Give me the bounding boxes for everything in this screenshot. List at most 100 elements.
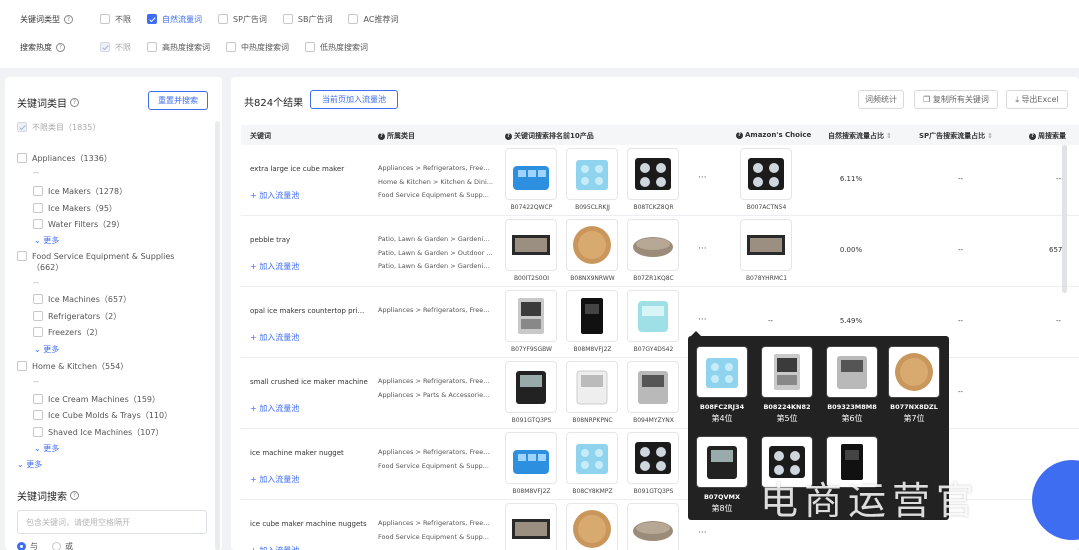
product-card[interactable]: B094MYZYNX bbox=[627, 361, 680, 424]
checkbox[interactable] bbox=[17, 361, 27, 371]
checkbox[interactable] bbox=[226, 42, 236, 52]
checkbox[interactable] bbox=[33, 186, 43, 196]
product-card[interactable]: B08NRPKPNC bbox=[566, 361, 619, 424]
product-image[interactable] bbox=[505, 503, 557, 550]
add-to-pool-link[interactable]: + 加入流量池 bbox=[250, 190, 299, 201]
more-link[interactable]: ⌄ 更多 bbox=[34, 344, 59, 355]
product-image[interactable] bbox=[740, 219, 792, 271]
help-icon[interactable]: ? bbox=[56, 42, 65, 52]
product-card[interactable]: B08TCKZ8QR bbox=[627, 148, 680, 211]
product-image[interactable] bbox=[627, 503, 679, 550]
radio-and[interactable]: 与 bbox=[17, 541, 38, 550]
product-asin[interactable]: B07QVMX bbox=[694, 493, 750, 501]
product-image[interactable] bbox=[566, 503, 618, 550]
product-asin[interactable]: B078YHRMC1 bbox=[740, 275, 793, 282]
radio-or[interactable]: 或 bbox=[52, 541, 73, 550]
col-sp-share[interactable]: SP广告搜索流量占比 ⇕ bbox=[919, 131, 993, 141]
help-icon[interactable]: ? bbox=[64, 14, 73, 24]
kwtype-option-any[interactable]: 不限 bbox=[100, 14, 131, 25]
checkbox[interactable] bbox=[33, 294, 43, 304]
product-image[interactable] bbox=[740, 148, 792, 200]
heat-option-high[interactable]: 高热度搜索词 bbox=[147, 42, 210, 53]
product-image[interactable] bbox=[505, 219, 557, 271]
add-to-pool-link[interactable]: + 加入流量池 bbox=[250, 474, 299, 485]
checkbox[interactable] bbox=[147, 42, 157, 52]
popover-product[interactable]: B09323M8M8 第6位 bbox=[824, 346, 880, 424]
product-image[interactable] bbox=[566, 290, 618, 342]
more-link[interactable]: ⌄ 更多 bbox=[17, 459, 42, 470]
product-asin[interactable]: B08M8VFJ2Z bbox=[505, 488, 558, 495]
checkbox[interactable] bbox=[33, 219, 43, 229]
keyword-search-input[interactable] bbox=[17, 510, 207, 534]
checkbox[interactable] bbox=[100, 14, 110, 24]
export-excel-button[interactable]: ⤓ 导出Excel bbox=[1006, 90, 1068, 109]
reset-search-button[interactable]: 重置并搜索 bbox=[148, 91, 208, 110]
tree-item-refrigerators[interactable]: Refrigerators（2） bbox=[33, 311, 121, 322]
checkbox[interactable] bbox=[218, 14, 228, 24]
product-image[interactable] bbox=[566, 361, 618, 413]
tree-item-freezers[interactable]: Freezers（2） bbox=[33, 327, 103, 338]
word-stats-button[interactable]: 词频统计 bbox=[858, 90, 904, 109]
product-asin[interactable]: B07422QWCP bbox=[505, 204, 558, 211]
product-asin[interactable]: B094MYZYNX bbox=[627, 417, 680, 424]
kwtype-option-sb[interactable]: SB广告词 bbox=[282, 14, 332, 25]
product-image[interactable] bbox=[566, 432, 618, 484]
sort-icon[interactable]: ⇕ bbox=[987, 132, 993, 140]
product-asin[interactable]: B08M8VFJ2Z bbox=[566, 346, 619, 353]
product-card[interactable]: B095CLRKJJ bbox=[566, 148, 619, 211]
heat-option-low[interactable]: 低热度搜索词 bbox=[305, 42, 368, 53]
tree-item-ice-cream[interactable]: Ice Cream Machines（159） bbox=[33, 394, 160, 405]
checkbox[interactable] bbox=[17, 251, 27, 261]
product-card[interactable]: B07GY4DS42 bbox=[627, 290, 680, 353]
product-image[interactable] bbox=[761, 346, 813, 398]
product-card[interactable] bbox=[505, 503, 558, 550]
product-image[interactable] bbox=[826, 346, 878, 398]
help-icon[interactable]: ? bbox=[378, 132, 385, 140]
tree-item-ice-cube-molds[interactable]: Ice Cube Molds & Trays（110） bbox=[33, 410, 172, 421]
help-icon[interactable]: ? bbox=[70, 98, 79, 107]
popover-product[interactable]: B07QVMX 第8位 bbox=[694, 436, 750, 514]
kwtype-option-ac[interactable]: AC推荐词 bbox=[348, 14, 398, 25]
product-image[interactable] bbox=[627, 290, 679, 342]
product-image[interactable] bbox=[696, 346, 748, 398]
product-card[interactable] bbox=[627, 503, 680, 550]
add-to-pool-link[interactable]: + 加入流量池 bbox=[250, 332, 299, 343]
help-icon[interactable]: ? bbox=[505, 132, 512, 140]
product-image[interactable] bbox=[505, 432, 557, 484]
product-card[interactable]: B07ZR1KQ8C bbox=[627, 219, 680, 282]
col-organic-share[interactable]: 自然搜索流量占比 ⇕ bbox=[828, 131, 892, 141]
product-image[interactable] bbox=[505, 361, 557, 413]
product-asin[interactable]: B08CY8KMPZ bbox=[566, 488, 619, 495]
product-asin[interactable]: B07ZR1KQ8C bbox=[627, 275, 680, 282]
tree-item-food-service[interactable]: Food Service Equipment & Supplies（662） bbox=[17, 251, 177, 273]
checkbox[interactable] bbox=[348, 14, 359, 24]
amazons-choice-card[interactable]: B078YHRMC1 bbox=[740, 219, 793, 282]
checkbox[interactable] bbox=[33, 394, 43, 404]
product-card[interactable]: B07YF9SGBW bbox=[505, 290, 558, 353]
product-asin[interactable]: B091GTQ3PS bbox=[505, 417, 558, 424]
product-image[interactable] bbox=[627, 361, 679, 413]
product-card[interactable]: B07422QWCP bbox=[505, 148, 558, 211]
tree-item-shaved-ice[interactable]: Shaved Ice Machines（107） bbox=[33, 427, 163, 438]
help-icon[interactable]: ? bbox=[736, 131, 743, 139]
add-to-pool-link[interactable]: + 加入流量池 bbox=[250, 261, 299, 272]
checkbox[interactable] bbox=[33, 410, 43, 420]
popover-product[interactable]: B08224KN82 第5位 bbox=[759, 346, 815, 424]
add-to-pool-link[interactable]: + 加入流量池 bbox=[250, 403, 299, 414]
product-card[interactable]: B08M8VFJ2Z bbox=[566, 290, 619, 353]
tree-item-ice-makers[interactable]: Ice Makers（1278） bbox=[33, 186, 127, 197]
heat-option-mid[interactable]: 中热度搜索词 bbox=[226, 42, 289, 53]
product-image[interactable] bbox=[696, 436, 748, 488]
checkbox[interactable] bbox=[33, 203, 43, 213]
add-page-to-pool-button[interactable]: 当前页加入流量池 bbox=[310, 90, 398, 109]
product-image[interactable] bbox=[566, 219, 618, 271]
product-asin[interactable]: B007ACTN54 bbox=[740, 204, 793, 211]
product-image[interactable] bbox=[627, 148, 679, 200]
help-icon[interactable]: ? bbox=[70, 491, 79, 500]
product-image[interactable] bbox=[505, 290, 557, 342]
product-asin[interactable]: B09323M8M8 bbox=[824, 403, 880, 411]
product-asin[interactable]: B08NX9NRWW bbox=[566, 275, 619, 282]
product-card[interactable] bbox=[566, 503, 619, 550]
scrollbar[interactable] bbox=[1062, 145, 1067, 293]
checkbox[interactable] bbox=[282, 14, 293, 24]
